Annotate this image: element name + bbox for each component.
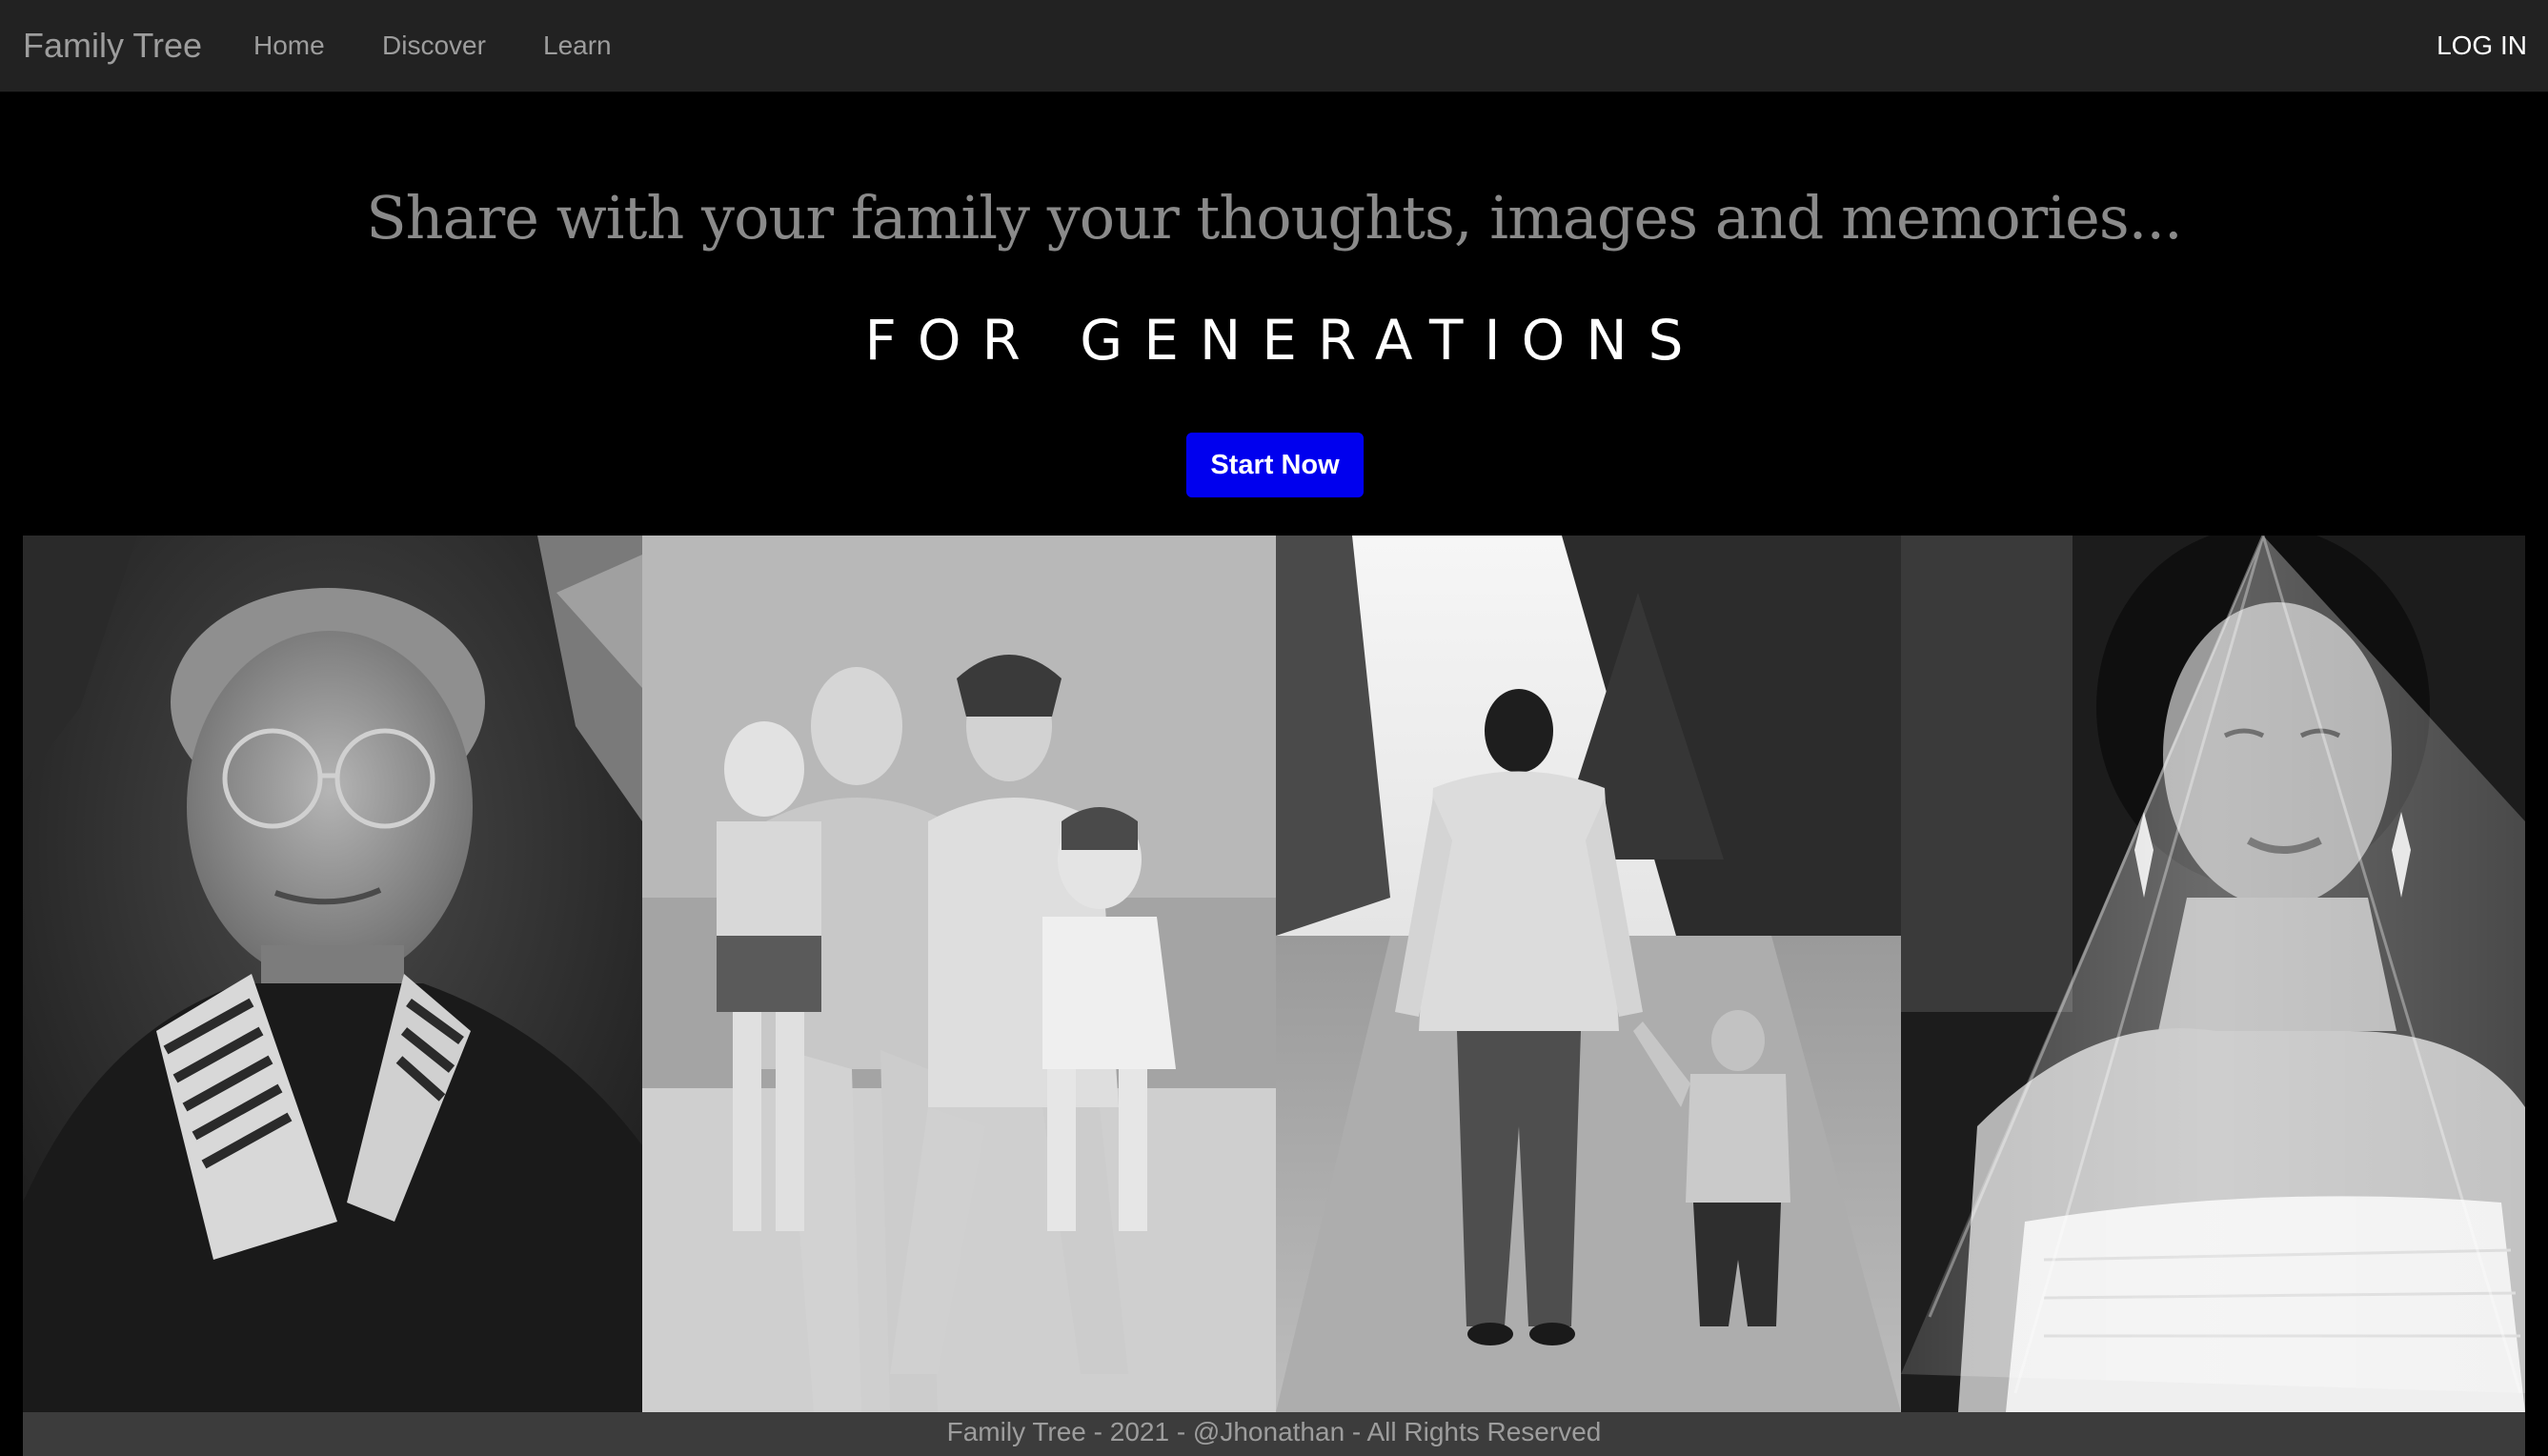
- brand-link[interactable]: Family Tree: [23, 23, 202, 69]
- nav-link-learn[interactable]: Learn: [543, 29, 612, 63]
- start-now-button[interactable]: Start Now: [1186, 433, 1364, 497]
- top-navbar: Family Tree Home Discover Learn LOG IN: [0, 0, 2548, 92]
- hero-tagline: Share with your family your thoughts, im…: [366, 183, 2183, 253]
- elderly-woman-photo: [23, 536, 642, 1412]
- page-footer: Family Tree - 2021 - @Jhonathan - All Ri…: [23, 1412, 2525, 1456]
- hero-headline: FOR GENERATIONS: [864, 308, 1705, 373]
- photo-gallery: [23, 536, 2525, 1412]
- login-link[interactable]: LOG IN: [2437, 29, 2527, 63]
- bride-veil-photo: [1901, 536, 2525, 1412]
- family-beach-photo: [642, 536, 1276, 1412]
- nav-link-discover[interactable]: Discover: [382, 29, 486, 63]
- nav-link-home[interactable]: Home: [253, 29, 325, 63]
- father-son-walking-photo: [1276, 536, 1901, 1412]
- hero-section: Share with your family your thoughts, im…: [0, 92, 2548, 536]
